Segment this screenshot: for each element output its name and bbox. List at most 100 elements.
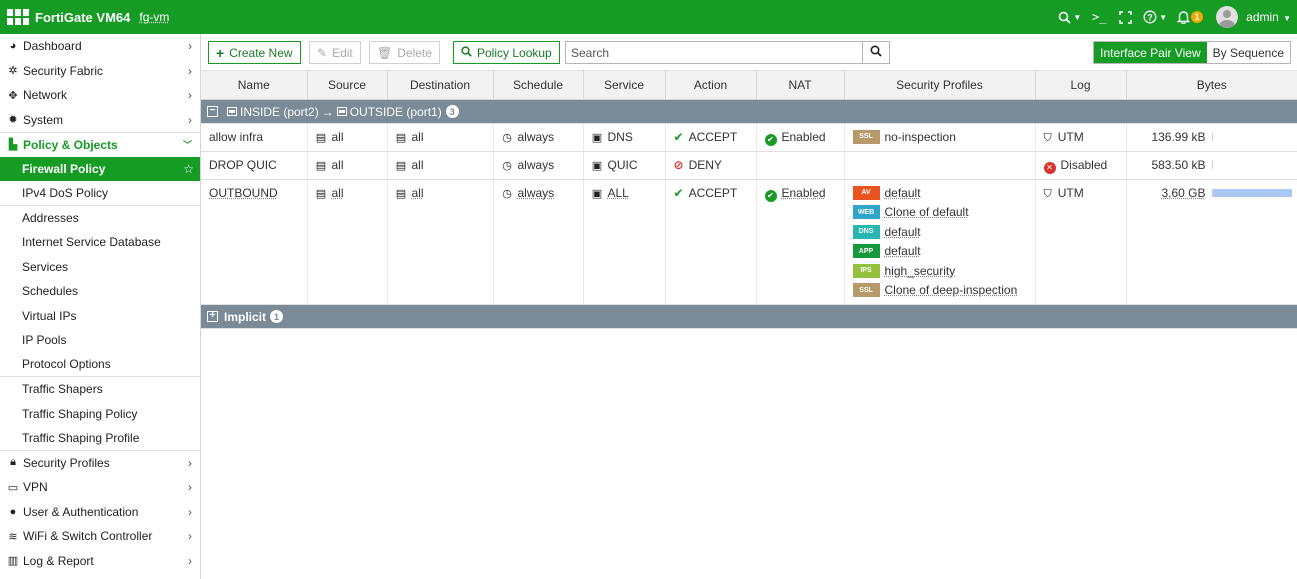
cell-destination: ▤ all <box>387 124 493 152</box>
sidebar-item-label: Dashboard <box>23 39 82 53</box>
column-header-schedule[interactable]: Schedule <box>493 71 583 100</box>
column-header-log[interactable]: Log <box>1035 71 1126 100</box>
column-header-source[interactable]: Source <box>307 71 387 100</box>
sidebar-item-user-authentication[interactable]: ● User & Authentication › <box>0 500 200 525</box>
profile-name[interactable]: Clone of deep-inspection <box>885 283 1018 297</box>
sidebar-subitem-virtual-ips[interactable]: Virtual IPs <box>0 304 200 329</box>
cell-security-profiles: AV default WEB Clone of default DNS default… <box>844 180 1035 305</box>
sidebar-item-wifi-switch-controller[interactable]: ≋ WiFi & Switch Controller › <box>0 524 200 549</box>
bytes-bar <box>1212 189 1292 197</box>
notifications-bell-icon[interactable]: 1 <box>1174 5 1206 29</box>
column-header-action[interactable]: Action <box>665 71 756 100</box>
column-header-name[interactable]: Name <box>201 71 307 100</box>
service-value[interactable]: ALL <box>608 186 629 200</box>
interface-icon <box>337 107 347 116</box>
sidebar-subitem-traffic-shaping-policy[interactable]: Traffic Shaping Policy <box>0 402 200 427</box>
sidebar-item-dashboard[interactable]: ◕ Dashboard › <box>0 34 200 59</box>
service-value: QUIC <box>608 158 638 172</box>
search-input[interactable] <box>566 42 862 63</box>
search-icon <box>870 45 882 60</box>
cell-schedule: ◷ always <box>493 180 583 305</box>
address-icon: ▤ <box>316 159 327 172</box>
column-header-bytes[interactable]: Bytes <box>1126 71 1297 100</box>
check-circle-icon: ✔ <box>765 134 777 146</box>
avatar[interactable] <box>1216 6 1238 28</box>
service-value: DNS <box>608 130 633 144</box>
fortinet-logo-icon[interactable] <box>7 8 29 26</box>
table-row[interactable]: allow infra ▤ all ▤ all ◷ always ▣ DNS ✔ ACCE… <box>201 124 1297 152</box>
destination-value: all <box>412 130 424 144</box>
policy-name[interactable]: OUTBOUND <box>209 186 278 200</box>
cli-console-icon[interactable]: >_ <box>1088 5 1110 29</box>
network-icon: ✥ <box>6 89 20 102</box>
source-value[interactable]: all <box>332 186 344 200</box>
collapse-icon[interactable]: − <box>207 106 218 117</box>
lock-icon: 🔒︎ <box>6 456 20 469</box>
sidebar-subitem-traffic-shapers[interactable]: Traffic Shapers <box>0 377 200 402</box>
sidebar-subitem-traffic-shaping-profile[interactable]: Traffic Shaping Profile <box>0 426 200 451</box>
column-header-service[interactable]: Service <box>583 71 665 100</box>
column-header-destination[interactable]: Destination <box>387 71 493 100</box>
profile-tag: APP <box>853 244 880 258</box>
svg-text:?: ? <box>1148 12 1154 22</box>
nat-value[interactable]: Enabled <box>782 186 826 200</box>
sidebar-subitem-ipv4-dos-policy[interactable]: IPv4 DoS Policy <box>0 181 200 206</box>
sidebar-subitem-addresses[interactable]: Addresses <box>0 206 200 231</box>
user-menu[interactable]: admin ▼ <box>1246 10 1291 24</box>
nat-value: Enabled <box>782 130 826 144</box>
sidebar-item-vpn[interactable]: ▭ VPN › <box>0 475 200 500</box>
by-sequence-button[interactable]: By Sequence <box>1207 42 1290 63</box>
sidebar-item-label: System <box>23 113 63 127</box>
table-row[interactable]: OUTBOUND ▤ all ▤ all ◷ always ▣ ALL ✔ ACCEPT … <box>201 180 1297 305</box>
sidebar-subitem-services[interactable]: Services <box>0 255 200 280</box>
profile-name[interactable]: default <box>885 244 921 258</box>
shield-icon: ⛉ <box>1044 188 1052 200</box>
help-icon[interactable]: ? ▼ <box>1140 5 1170 29</box>
group-row-implicit[interactable]: + Implicit 1 <box>201 305 1297 329</box>
delete-button[interactable]: 🗑︎ Delete <box>369 41 440 64</box>
chevron-right-icon: › <box>188 554 192 568</box>
expand-icon[interactable]: + <box>207 311 218 322</box>
profile-name[interactable]: default <box>885 186 921 200</box>
schedule-value[interactable]: always <box>518 186 555 200</box>
profile-name[interactable]: Clone of default <box>885 205 969 219</box>
sidebar-subitem-protocol-options[interactable]: Protocol Options <box>0 353 200 378</box>
sidebar-item-system[interactable]: ✹ System › <box>0 108 200 133</box>
destination-value[interactable]: all <box>412 186 424 200</box>
group-row-inside-outside[interactable]: − INSIDE (port2) → OUTSIDE (port1) 3 <box>201 100 1297 124</box>
create-new-button[interactable]: + Create New <box>208 41 301 64</box>
fullscreen-icon[interactable] <box>1114 5 1136 29</box>
column-header-security-profiles[interactable]: Security Profiles <box>844 71 1035 100</box>
sidebar-item-label: Internet Service Database <box>22 235 161 249</box>
profile-name[interactable]: default <box>885 225 921 239</box>
service-icon: ▣ <box>592 131 603 144</box>
star-icon[interactable]: ☆ <box>183 162 194 176</box>
profile-name[interactable]: high_security <box>885 264 956 278</box>
search-icon[interactable]: ▼ <box>1055 5 1084 29</box>
bytes-value[interactable]: 3.60 GB <box>1161 186 1205 200</box>
cell-log: ✕ Disabled <box>1035 152 1126 180</box>
sidebar-item-label: VPN <box>23 480 48 494</box>
sidebar-item-policy-objects[interactable]: ▙ Policy & Objects ﹀ <box>0 132 200 157</box>
policy-lookup-button[interactable]: Policy Lookup <box>453 41 560 64</box>
interface-pair-view-button[interactable]: Interface Pair View <box>1094 42 1207 63</box>
sidebar-item-network[interactable]: ✥ Network › <box>0 83 200 108</box>
sidebar-item-security-profiles[interactable]: 🔒︎ Security Profiles › <box>0 451 200 476</box>
sidebar-subitem-schedules[interactable]: Schedules <box>0 279 200 304</box>
sidebar-item-label: Virtual IPs <box>22 309 76 323</box>
table-row[interactable]: DROP QUIC ▤ all ▤ all ◷ always ▣ QUIC ⊘ DENY … <box>201 152 1297 180</box>
sidebar-item-security-fabric[interactable]: ✲ Security Fabric › <box>0 59 200 84</box>
sidebar-subitem-internet-service-database[interactable]: Internet Service Database <box>0 230 200 255</box>
wifi-icon: ≋ <box>6 530 20 543</box>
profile-name[interactable]: no-inspection <box>885 130 956 144</box>
search-submit-button[interactable] <box>862 42 889 63</box>
sidebar-item-label: Security Profiles <box>23 456 110 470</box>
sidebar-item-label: Log & Report <box>23 554 94 568</box>
sidebar-subitem-firewall-policy[interactable]: Firewall Policy ☆ <box>0 157 200 182</box>
sidebar-item-label: Traffic Shaping Policy <box>22 407 137 421</box>
edit-button[interactable]: ✎ Edit <box>309 41 361 64</box>
sidebar-subitem-ip-pools[interactable]: IP Pools <box>0 328 200 353</box>
hostname-link[interactable]: fg-vm <box>139 10 169 24</box>
column-header-nat[interactable]: NAT <box>756 71 844 100</box>
sidebar-item-log-report[interactable]: ▥ Log & Report › <box>0 549 200 574</box>
